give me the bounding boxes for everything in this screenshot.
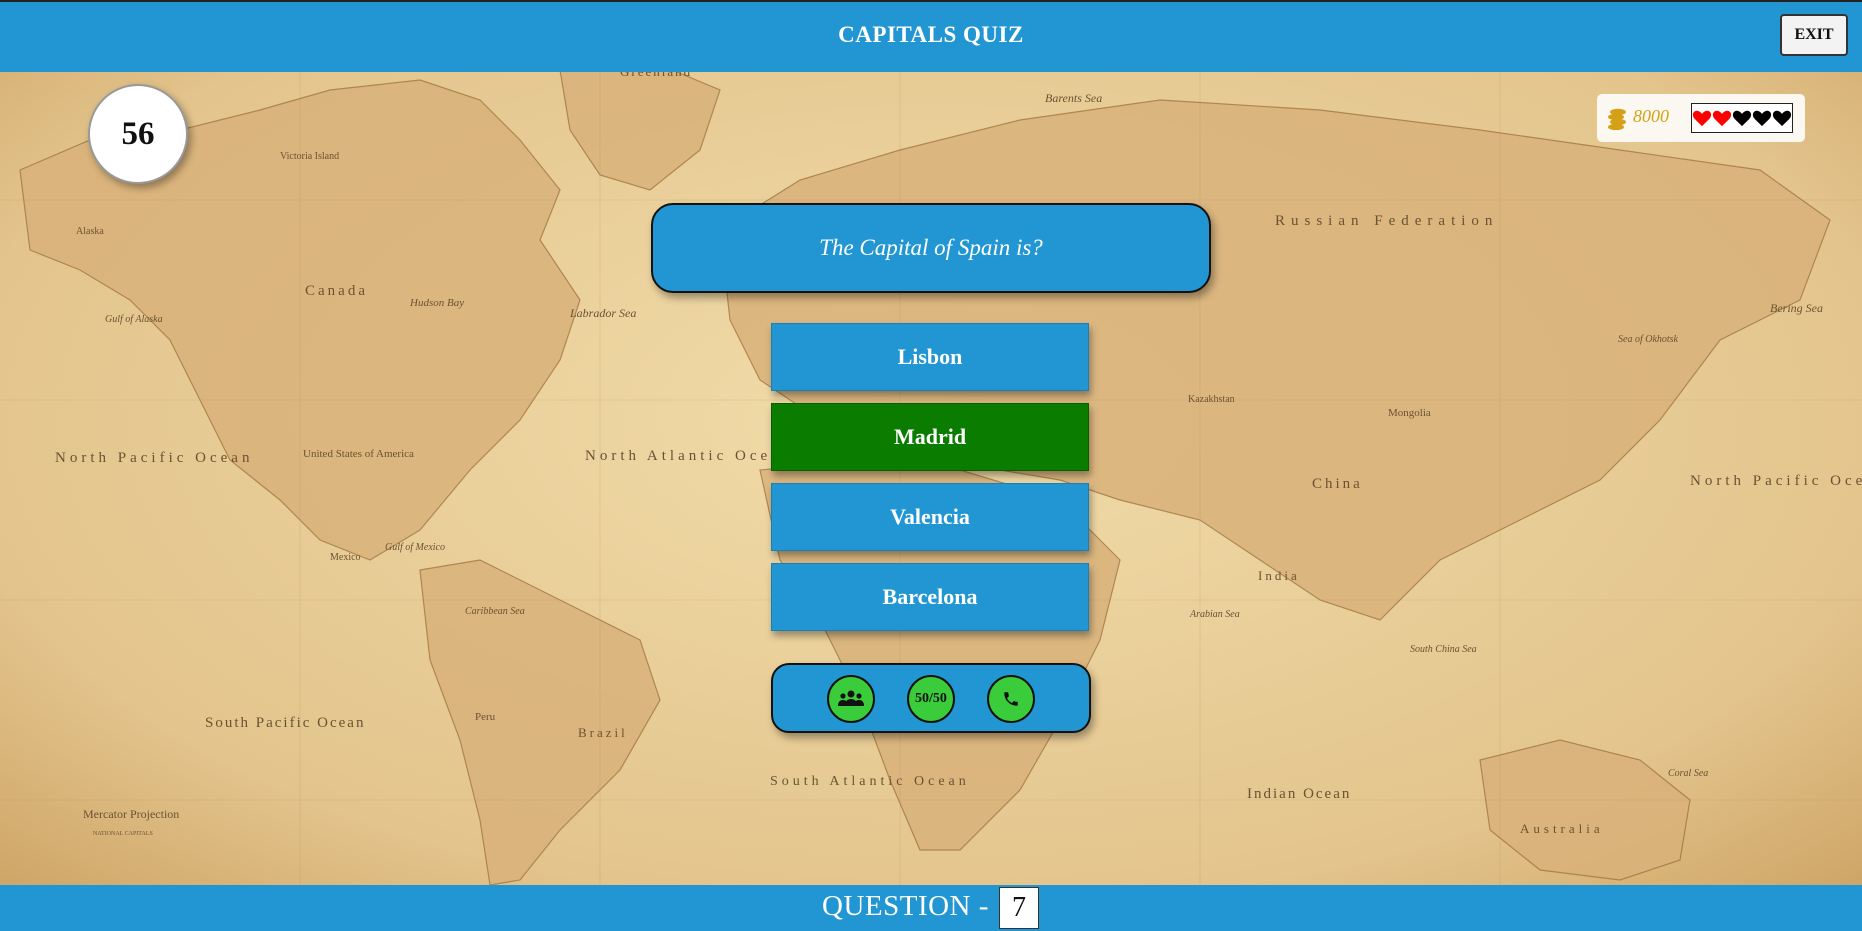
map-label: Victoria Island	[280, 151, 339, 162]
heart-icon	[1732, 110, 1752, 127]
app-title: CAPITALS QUIZ	[838, 22, 1024, 47]
map-label: Gulf of Mexico	[385, 542, 445, 553]
map-label: Sea of Okhotsk	[1618, 334, 1679, 345]
map-label: Alaska	[76, 226, 104, 237]
answer-option-1[interactable]: Lisbon	[771, 323, 1089, 391]
map-label: Kazakhstan	[1188, 394, 1235, 405]
question-number: 7	[999, 887, 1039, 929]
phone-icon	[1004, 692, 1018, 706]
fifty-fifty-label: 50/50	[915, 691, 947, 706]
heart-icon	[1772, 110, 1792, 127]
map-label: Labrador Sea	[569, 306, 636, 320]
heart-icon	[1692, 110, 1712, 127]
phone-friend-button[interactable]	[987, 675, 1035, 723]
lifelines-panel: 50/50	[771, 663, 1091, 733]
map-label: Mexico	[330, 552, 361, 563]
map-label: South Pacific Ocean	[205, 715, 365, 731]
map-label: Australia	[1520, 821, 1604, 836]
answer-option-2[interactable]: Madrid	[771, 403, 1089, 471]
map-label: North Pacific Ocean	[55, 450, 253, 466]
footer-bar: QUESTION - 7	[0, 885, 1862, 931]
map-label: Russian Federation	[1275, 213, 1498, 229]
map-label: United States of America	[303, 448, 414, 460]
map-label: North Atlantic Ocean	[585, 448, 793, 464]
map-label: Peru	[475, 711, 496, 723]
map-label: Coral Sea	[1668, 768, 1708, 779]
ask-audience-button[interactable]	[827, 675, 875, 723]
answer-option-3[interactable]: Valencia	[771, 483, 1089, 551]
users-icon	[838, 690, 864, 706]
coins-value: 8000	[1633, 106, 1669, 126]
coins-icon	[1608, 108, 1626, 130]
status-panel: 8000	[1597, 94, 1805, 142]
heart-icon	[1752, 110, 1772, 127]
map-label: South Atlantic Ocean	[770, 774, 970, 789]
map-label: Mercator Projection	[83, 807, 179, 821]
map-label: Mongolia	[1388, 407, 1431, 419]
map-label: North Pacific Ocean	[1690, 473, 1862, 489]
answer-option-4[interactable]: Barcelona	[771, 563, 1089, 631]
fifty-fifty-button[interactable]: 50/50	[907, 675, 955, 723]
countdown-timer: 56	[88, 84, 188, 184]
map-label: India	[1258, 568, 1300, 583]
map-label: Brazil	[578, 725, 628, 740]
exit-button[interactable]: EXIT	[1780, 14, 1848, 56]
question-card: The Capital of Spain is?	[651, 203, 1211, 293]
map-label: Gulf of Alaska	[105, 314, 163, 325]
header-bar: CAPITALS QUIZ EXIT	[0, 0, 1862, 72]
map-label: South China Sea	[1410, 644, 1477, 655]
map-label: Bering Sea	[1770, 301, 1823, 315]
question-counter-label: QUESTION -	[822, 890, 989, 922]
quiz-page: Greenland Barents Sea Russian Federation…	[0, 0, 1862, 931]
map-label: Barents Sea	[1045, 91, 1102, 105]
map-label: Indian Ocean	[1247, 786, 1351, 802]
map-label: China	[1312, 476, 1363, 492]
map-label: Canada	[305, 283, 368, 299]
heart-icon	[1712, 110, 1732, 127]
map-label: Hudson Bay	[409, 297, 464, 309]
map-label: Caribbean Sea	[465, 606, 525, 617]
map-label: NATIONAL CAPITALS	[93, 831, 153, 837]
lives-indicator	[1691, 103, 1793, 133]
map-label: Arabian Sea	[1189, 609, 1240, 620]
